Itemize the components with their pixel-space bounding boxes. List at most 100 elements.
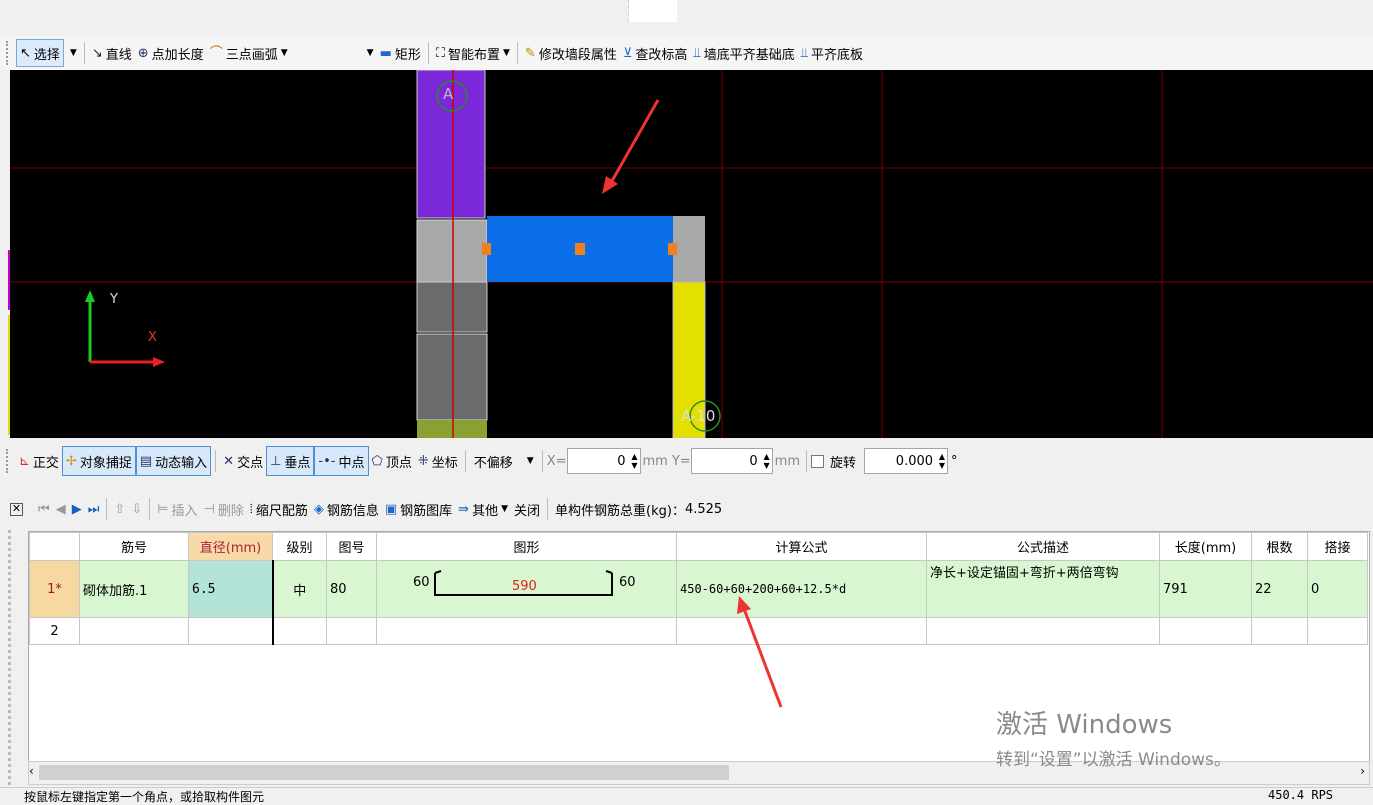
x-input[interactable]: 0 ▲ ▼ [566,448,641,474]
insert-button[interactable]: ⊨ 插入 [154,500,200,519]
cell-length[interactable] [1159,617,1252,645]
coordinate-snap[interactable]: ⁜ 坐标 [415,447,461,475]
annotation-arrow-head [737,596,751,614]
dynamic-input-icon: ▤ [139,453,153,469]
cell-count[interactable]: 22 [1251,560,1308,618]
scale-rebar-button[interactable]: ⦙ 缩尺配筋 [247,500,311,519]
select-button[interactable]: ↖ 选择 [16,39,64,67]
object-snap-toggle[interactable]: ✢ 对象捕捉 [61,446,136,476]
cell-desc[interactable]: 净长+设定锚固+弯折+两倍弯钩 [926,560,1160,618]
col-header[interactable]: 直径(mm) [188,532,273,561]
last-record-button[interactable]: ⏭ [85,502,103,517]
midpoint-snap[interactable]: -•- 中点 [314,446,369,476]
col-header[interactable]: 图号 [326,532,377,561]
axis-x-label: X [148,330,157,345]
next-record-button[interactable]: ▶ [69,502,85,517]
drawing-canvas[interactable]: Y X A A-10 [10,70,1373,438]
col-header[interactable]: 计算公式 [676,532,927,561]
cell-shape[interactable]: 60 590 60 [376,560,677,618]
rotate-checkbox[interactable] [811,454,824,468]
delete-button[interactable]: ⊣ 删除 [201,500,247,519]
y-input[interactable]: 0 ▲ ▼ [690,448,773,474]
cell-name[interactable] [79,617,189,645]
spinner-icon[interactable]: ▲ ▼ [939,452,945,470]
chevron-down-icon: ▼ [526,456,534,466]
cell-diameter[interactable] [188,617,274,645]
wall-base-align-button[interactable]: ⫫ 墙底平齐基础底 [690,40,797,66]
prev-record-button[interactable]: ◀ [53,502,69,517]
cell-fig-no[interactable]: 80 [326,560,377,618]
first-record-button[interactable]: ⏮ [35,502,53,517]
horizontal-scrollbar[interactable]: ‹ › [28,761,1370,785]
rebar-library-button[interactable]: ▣ 钢筋图库 [382,500,455,519]
table-header-row: 筋号 直径(mm) 级别 图号 图形 计算公式 公式描述 长度(mm) 根数 搭… [29,532,1368,561]
green-wall[interactable] [417,420,487,438]
grip-point[interactable] [575,243,585,255]
cell-grade[interactable]: 中 [272,560,327,618]
midpoint-icon: -•- [318,453,336,469]
row-number[interactable]: 1* [29,560,80,618]
x-axis-arrow [153,357,165,367]
grip-point[interactable] [482,243,491,255]
cell-formula[interactable] [676,617,927,645]
scroll-thumb[interactable] [39,765,729,780]
chevron-down-icon: ▼ [69,48,77,58]
col-header[interactable]: 级别 [272,532,327,561]
offset-dropdown[interactable]: 不偏移 ▼ [470,448,538,474]
column-block[interactable] [416,219,488,283]
close-panel-icon[interactable]: ✕ [10,502,23,516]
cell-lap[interactable]: 0 [1307,560,1368,618]
scroll-left-icon[interactable]: ‹ [29,764,34,778]
combo-dropdown[interactable]: ▼ [361,40,377,66]
cell-fig-no[interactable] [326,617,377,645]
cell-diameter[interactable]: 6.5 [188,560,274,618]
rotate-input[interactable]: 0.000 ▲ ▼ [864,448,949,474]
spinner-icon[interactable]: ▲ ▼ [764,452,770,470]
cell-lap[interactable] [1307,617,1368,645]
point-length-button[interactable]: ⊕ 点加长度 [135,40,207,66]
cell-formula[interactable]: 450-60+60+200+60+12.5*d [676,560,927,618]
smart-layout-button[interactable]: ⛶ 智能布置 ▼ [433,40,513,66]
cell-grade[interactable] [272,617,327,645]
col-header[interactable]: 图形 [376,532,677,561]
dynamic-input-toggle[interactable]: ▤ 动态输入 [135,446,212,476]
intersection-snap[interactable]: ✕ 交点 [220,447,266,475]
cell-shape[interactable] [376,617,677,645]
table-row[interactable]: 1* 砌体加筋.1 6.5 中 80 60 590 60 450-60+60+2… [29,560,1368,618]
rebar-info-button[interactable]: ◈ 钢筋信息 [311,500,382,519]
ortho-toggle[interactable]: ⊾ 正交 [16,447,62,475]
toolbar-grip[interactable] [6,41,12,65]
col-header[interactable]: 公式描述 [926,532,1160,561]
move-up-button[interactable]: ⇧ [111,502,128,517]
modify-wall-props-button[interactable]: ✎ 修改墙段属性 [522,40,620,66]
row-number[interactable]: 2 [29,617,80,645]
perpendicular-snap[interactable]: ⊥ 垂点 [266,446,315,476]
cell-name[interactable]: 砌体加筋.1 [79,560,189,618]
spinner-icon[interactable]: ▲ ▼ [631,452,637,470]
select-dropdown[interactable]: ▼ [64,40,80,66]
col-header[interactable]: 根数 [1251,532,1308,561]
close-button[interactable]: 关闭 [511,500,543,519]
rectangle-button[interactable]: ▬ 矩形 [377,40,424,66]
check-elevation-button[interactable]: ⊻ 查改标高 [620,40,691,66]
col-header[interactable]: 长度(mm) [1159,532,1252,561]
cell-count[interactable] [1251,617,1308,645]
table-row[interactable]: 2 [29,617,1368,645]
grip-point[interactable] [668,243,677,255]
column-block[interactable] [673,216,705,282]
other-menu-button[interactable]: ⇛ 其他 ▼ [455,500,511,519]
cell-desc[interactable] [926,617,1160,645]
three-point-arc-button[interactable]: ⌒ 三点画弧 ▼ [207,40,291,66]
col-header[interactable]: 筋号 [79,532,189,561]
other-icon: ⇛ [458,501,470,517]
cell-length[interactable]: 791 [1159,560,1252,618]
align-slab-bottom-button[interactable]: ⫫ 平齐底板 [798,40,866,66]
move-down-button[interactable]: ⇩ [128,502,145,517]
col-header[interactable]: 搭接 [1307,532,1368,561]
scroll-right-icon[interactable]: › [1360,764,1365,778]
gray-wall[interactable] [416,333,488,421]
line-button[interactable]: ↘ 直线 [89,40,135,66]
toolbar-grip[interactable] [6,449,12,473]
gray-wall[interactable] [416,281,488,333]
vertex-snap[interactable]: ⬠ 顶点 [369,447,415,475]
